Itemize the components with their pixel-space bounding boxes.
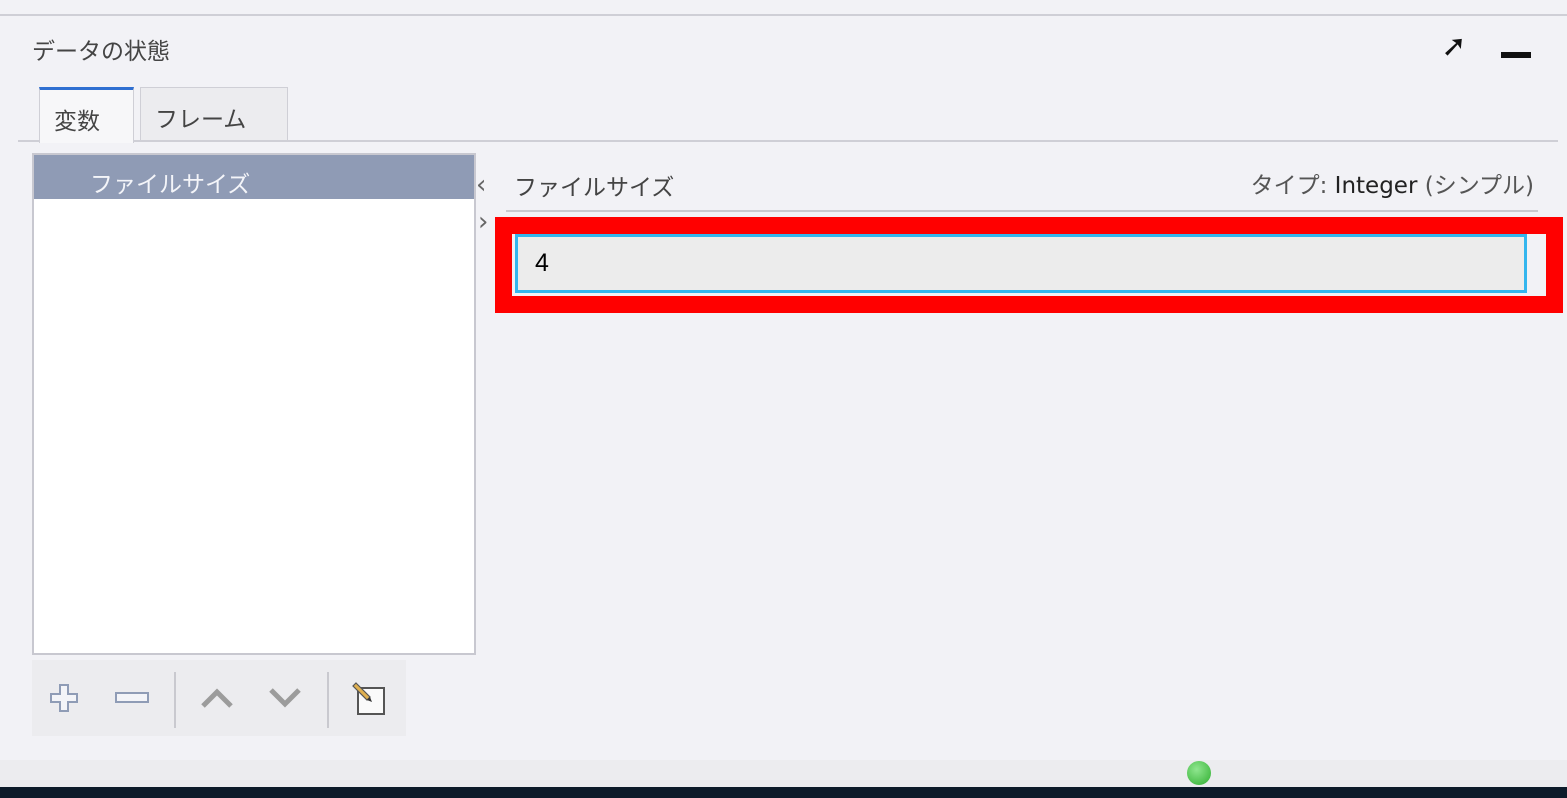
type-info: タイプ: Integer (シンプル) [1251, 166, 1534, 200]
toolbar-separator [174, 672, 176, 728]
minimize-icon[interactable] [1501, 52, 1531, 58]
top-divider [0, 14, 1567, 16]
value-input[interactable] [515, 234, 1527, 293]
move-up-icon[interactable] [199, 680, 235, 716]
variable-toolbar [32, 660, 406, 736]
remove-icon[interactable] [114, 680, 150, 716]
status-indicator-icon [1187, 761, 1211, 785]
status-bar [0, 760, 1567, 788]
tab-variables[interactable]: 変数 [39, 87, 134, 143]
taskbar-edge [0, 787, 1567, 798]
collapse-left-icon[interactable]: ‹ [476, 170, 486, 200]
tab-variables-label: 変数 [54, 109, 100, 135]
variable-list[interactable]: ファイルサイズ [32, 153, 476, 655]
type-kind: (シンプル) [1417, 173, 1534, 199]
expand-right-icon[interactable]: › [478, 207, 488, 237]
list-item-file-size[interactable]: ファイルサイズ [34, 155, 474, 199]
detail-variable-name: ファイルサイズ [514, 175, 675, 201]
tab-divider [18, 140, 1558, 142]
panel-title: データの状態 [32, 39, 170, 65]
tab-frames[interactable]: フレーム [140, 87, 288, 142]
type-label: タイプ: [1250, 173, 1335, 199]
type-value: Integer [1334, 173, 1418, 199]
list-item-label: ファイルサイズ [90, 172, 251, 198]
tab-frames-label: フレーム [155, 107, 247, 133]
toolbar-separator [327, 672, 329, 728]
maximize-arrow-icon[interactable]: ➚ [1437, 30, 1471, 64]
move-down-icon[interactable] [267, 680, 303, 716]
add-icon[interactable] [46, 680, 82, 716]
detail-divider [506, 210, 1538, 212]
edit-icon[interactable] [352, 680, 388, 716]
